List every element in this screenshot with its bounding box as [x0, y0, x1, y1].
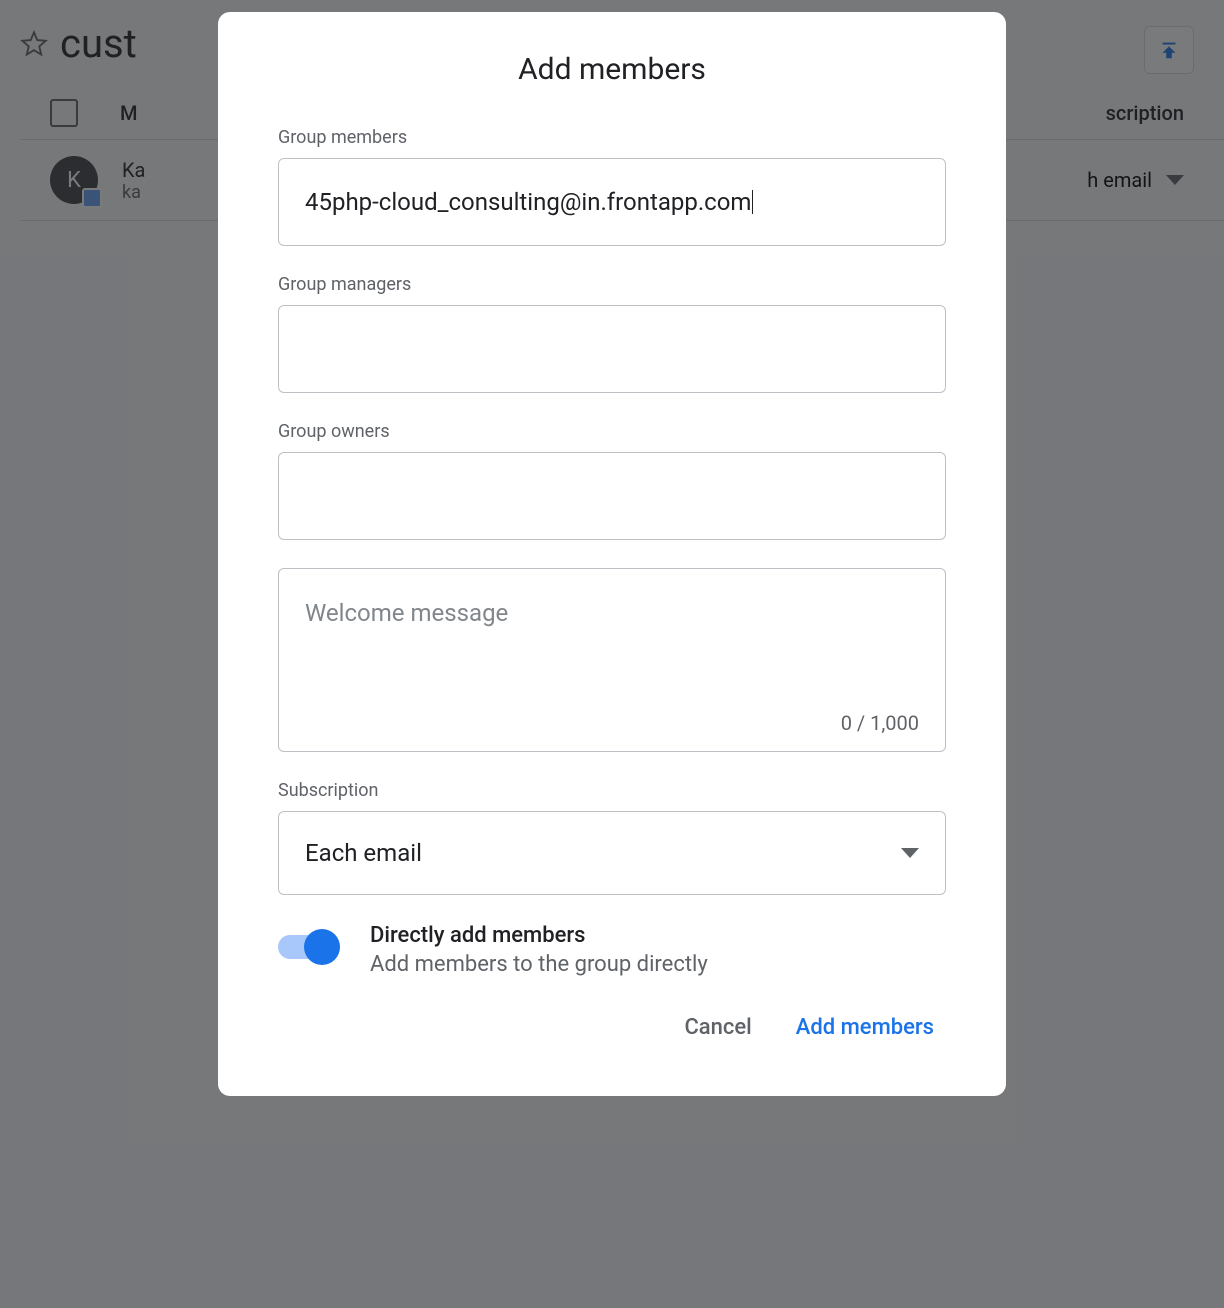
add-members-button[interactable]: Add members [792, 1009, 938, 1046]
group-members-value: 45php-cloud_consulting@in.frontapp.com [305, 188, 751, 216]
group-managers-label: Group managers [278, 274, 946, 295]
toggle-subtitle: Add members to the group directly [370, 952, 708, 977]
dialog-title: Add members [278, 52, 946, 87]
welcome-counter: 0 / 1,000 [841, 711, 919, 735]
group-members-input[interactable]: 45php-cloud_consulting@in.frontapp.com [278, 158, 946, 246]
toggle-text: Directly add members Add members to the … [370, 923, 708, 977]
dialog-actions: Cancel Add members [278, 1009, 946, 1046]
subscription-select[interactable]: Each email [278, 811, 946, 895]
welcome-placeholder: Welcome message [305, 599, 508, 627]
modal-overlay: Add members Group members 45php-cloud_co… [0, 0, 1224, 1308]
add-members-dialog: Add members Group members 45php-cloud_co… [218, 12, 1006, 1096]
directly-add-toggle[interactable] [278, 935, 338, 959]
group-owners-input[interactable] [278, 452, 946, 540]
cancel-button[interactable]: Cancel [680, 1009, 755, 1046]
directly-add-toggle-row: Directly add members Add members to the … [278, 923, 946, 977]
subscription-value: Each email [305, 839, 422, 867]
group-members-label: Group members [278, 127, 946, 148]
chevron-down-icon [901, 848, 919, 858]
toggle-title: Directly add members [370, 923, 708, 948]
welcome-message-input[interactable]: Welcome message 0 / 1,000 [278, 568, 946, 752]
subscription-label: Subscription [278, 780, 946, 801]
group-owners-label: Group owners [278, 421, 946, 442]
group-managers-input[interactable] [278, 305, 946, 393]
toggle-knob [304, 929, 340, 965]
